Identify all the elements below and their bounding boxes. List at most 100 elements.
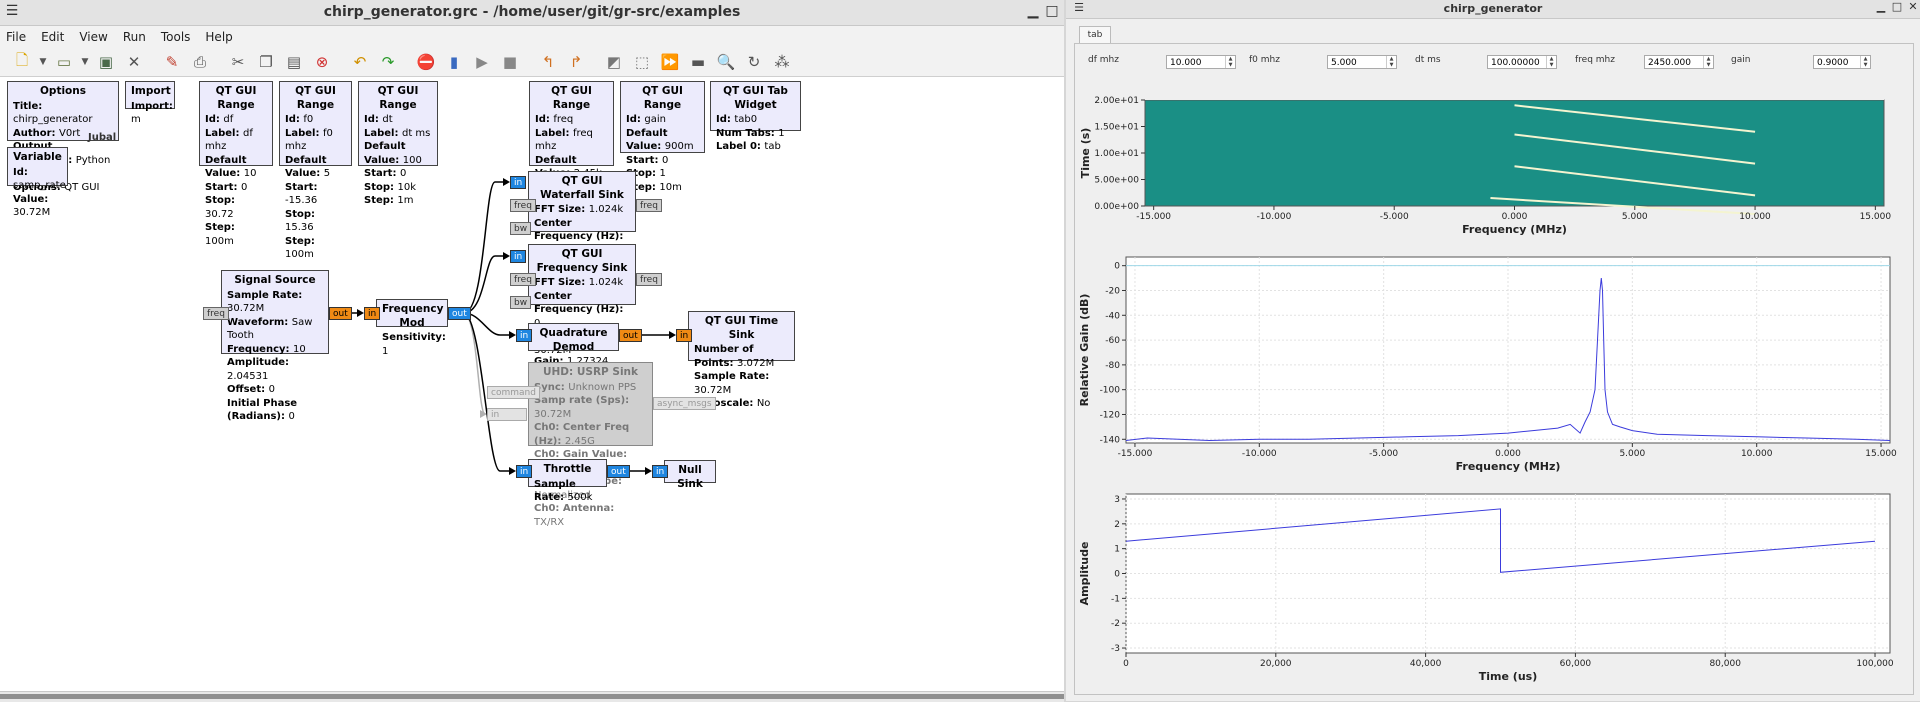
show-code-icon[interactable]: ▬ bbox=[684, 50, 712, 74]
close-icon[interactable]: ✕ bbox=[120, 50, 148, 74]
qt-gui-time-sink-block[interactable]: QT GUI Time Sink Number of Points: 3.072M… bbox=[688, 311, 795, 409]
maximize-icon[interactable]: □ bbox=[1043, 3, 1061, 19]
param-key: Start: bbox=[205, 181, 241, 193]
menu-view[interactable]: View bbox=[79, 30, 107, 44]
waterfall-freq-out-port[interactable]: freq bbox=[636, 199, 662, 212]
frequency-mod-out-port[interactable]: out bbox=[448, 307, 471, 320]
copy-icon[interactable]: ❐ bbox=[252, 50, 280, 74]
menu-help[interactable]: Help bbox=[205, 30, 232, 44]
throttle-out-port[interactable]: out bbox=[607, 465, 630, 478]
execute-icon[interactable]: ▶ bbox=[468, 50, 496, 74]
param-value: 1 bbox=[778, 127, 785, 139]
generate-icon[interactable]: ◩ bbox=[600, 50, 628, 74]
freq-sink-bw-port[interactable]: bw bbox=[510, 296, 532, 309]
waterfall-plot-area[interactable] bbox=[1144, 99, 1885, 207]
find-icon[interactable]: 🔍 bbox=[712, 50, 740, 74]
cut-icon[interactable]: ✂ bbox=[224, 50, 252, 74]
usrp-command-port[interactable]: command bbox=[487, 386, 540, 399]
null-sink-block[interactable]: Null Sink bbox=[664, 460, 716, 490]
uhd-usrp-sink-block[interactable]: UHD: USRP Sink Sync: Unknown PPS Samp rate… bbox=[528, 362, 653, 528]
bypass-icon[interactable]: ⬚ bbox=[628, 50, 656, 74]
block-param: Label: df mhz bbox=[205, 127, 267, 154]
qt-gui-range-dt-block[interactable]: QT GUI Range Id: dt Label: dt ms Default Va… bbox=[358, 81, 438, 206]
new-icon[interactable]: 🗋 bbox=[8, 50, 36, 74]
usrp-async-msgs-port[interactable]: async_msgs bbox=[653, 397, 716, 410]
block-param: Stop: 15.36 bbox=[285, 208, 346, 235]
save-icon[interactable]: ▣ bbox=[92, 50, 120, 74]
waterfall-freq-port[interactable]: freq bbox=[510, 199, 536, 212]
param-key: Label: bbox=[205, 127, 243, 139]
scrollbar-thumb[interactable] bbox=[0, 694, 1064, 699]
delete-icon[interactable]: ⊗ bbox=[308, 50, 336, 74]
undo-icon[interactable]: ↶ bbox=[346, 50, 374, 74]
print-icon[interactable]: ⎙ bbox=[186, 50, 214, 74]
signal-source-block[interactable]: Signal Source Sample Rate: 30.72M Waveform… bbox=[221, 270, 329, 422]
throttle-in-port[interactable]: in bbox=[516, 465, 533, 478]
block-param: Stop: 1 bbox=[626, 167, 699, 181]
frequency-mod-block[interactable]: Frequency Mod Sensitivity: 1 bbox=[376, 299, 448, 357]
rotate-ccw-icon[interactable]: ↰ bbox=[534, 50, 562, 74]
freq-sink-freq-out-port[interactable]: freq bbox=[636, 273, 662, 286]
redo-icon[interactable]: ↷ bbox=[374, 50, 402, 74]
throttle-block[interactable]: Throttle Sample Rate: 500k bbox=[528, 459, 607, 503]
kill-icon[interactable]: ■ bbox=[496, 50, 524, 74]
block-param: Id: freq bbox=[535, 113, 608, 127]
quadrature-demod-block[interactable]: Quadrature DemodGain: 1.27324 bbox=[528, 323, 619, 367]
variable-block[interactable]: Variable Id: samp_rate Value: 30.72M bbox=[7, 147, 68, 218]
qt-gui-range-f0-block[interactable]: QT GUI Range Id: f0 Label: f0 mhz Default V… bbox=[279, 81, 352, 260]
block-param: Stop: 10k bbox=[364, 181, 432, 195]
null-sink-in-port[interactable]: in bbox=[652, 465, 669, 478]
block-title: QT GUI Time Sink bbox=[704, 315, 779, 341]
waterfall-in-port[interactable]: in bbox=[510, 176, 527, 189]
freq-sink-freq-port[interactable]: freq bbox=[510, 273, 536, 286]
wire-fm-to-usrp[interactable] bbox=[463, 312, 486, 415]
open-icon[interactable]: ▭ bbox=[50, 50, 78, 74]
import-block[interactable]: Import Import: m bbox=[125, 81, 175, 125]
forward-icon[interactable]: ⏩ bbox=[656, 50, 684, 74]
block-title: QT GUI Range bbox=[295, 85, 336, 111]
hier-icon[interactable]: ⁂ bbox=[768, 50, 796, 74]
disable-icon[interactable]: ⛔ bbox=[412, 50, 440, 74]
block-title: UHD: USRP Sink bbox=[542, 366, 639, 378]
param-key: Label 0: bbox=[716, 141, 765, 152]
toolbar: 🗋 ▼ ▭ ▼ ▣ ✕ ✎ ⎙ ✂ ❐ ▤ ⊗ ↶ ↷ ⛔ ▮ ▶ ■ ↰ ↱ … bbox=[0, 48, 1064, 77]
menu-tools[interactable]: Tools bbox=[161, 30, 191, 44]
quad-demod-out-port[interactable]: out bbox=[619, 329, 642, 342]
paste-icon[interactable]: ▤ bbox=[280, 50, 308, 74]
signal-source-freq-port[interactable]: freq bbox=[203, 307, 229, 320]
qt-gui-range-df-block[interactable]: QT GUI Range Id: df Label: df mhz Default V… bbox=[199, 81, 273, 247]
waterfall-bw-port[interactable]: bw bbox=[510, 222, 532, 235]
qt-gui-range-gain-block[interactable]: QT GUI Range Id: gain Default Value: 900m S… bbox=[620, 81, 705, 193]
dropdown-icon[interactable]: ▼ bbox=[36, 50, 50, 74]
horizontal-scrollbar[interactable] bbox=[0, 691, 1064, 702]
enable-icon[interactable]: ▮ bbox=[440, 50, 468, 74]
param-value: 2.45G bbox=[564, 435, 595, 447]
param-value: 2.04531 bbox=[227, 370, 269, 382]
reload-icon[interactable]: ↻ bbox=[740, 50, 768, 74]
time-sink-in-port[interactable]: in bbox=[676, 329, 693, 342]
jubal-label: Jubal bbox=[88, 132, 117, 143]
qt-gui-range-freq-block[interactable]: QT GUI Range Id: freq Label: freq mhz Defau… bbox=[529, 81, 614, 220]
wire-fm-to-waterfall[interactable] bbox=[463, 181, 508, 314]
wire-fm-to-freqsink[interactable] bbox=[463, 255, 508, 314]
signal-source-out-port[interactable]: out bbox=[329, 307, 352, 320]
dropdown-icon[interactable]: ▼ bbox=[78, 50, 92, 74]
menu-edit[interactable]: Edit bbox=[41, 30, 64, 44]
flowgraph-canvas[interactable]: Options Title: chirp_generator Author: V0r… bbox=[0, 77, 1064, 691]
menu-run[interactable]: Run bbox=[123, 30, 146, 44]
menu-file[interactable]: File bbox=[6, 30, 26, 44]
rotate-cw-icon[interactable]: ↱ bbox=[562, 50, 590, 74]
freq-sink-in-port[interactable]: in bbox=[510, 250, 527, 263]
param-value: f0 bbox=[303, 114, 314, 125]
quad-demod-in-port[interactable]: in bbox=[516, 329, 533, 342]
param-key: Id: bbox=[716, 114, 735, 125]
minimize-icon[interactable]: ▁ bbox=[1024, 3, 1042, 19]
block-title: QT GUI Tab Widget bbox=[723, 85, 788, 111]
usrp-in-port[interactable]: in bbox=[487, 408, 527, 421]
qt-gui-frequency-sink-block[interactable]: QT GUI Frequency Sink FFT Size: 1.024k Cen… bbox=[528, 244, 636, 356]
frequency-mod-in-port[interactable]: in bbox=[364, 307, 381, 320]
qt-gui-waterfall-sink-block[interactable]: QT GUI Waterfall Sink FFT Size: 1.024k Cen… bbox=[528, 171, 636, 283]
properties-icon[interactable]: ✎ bbox=[158, 50, 186, 74]
param-key: Id: bbox=[535, 114, 554, 125]
qt-gui-tab-widget-block[interactable]: QT GUI Tab Widget Id: tab0 Num Tabs: 1 Labe… bbox=[710, 81, 801, 152]
